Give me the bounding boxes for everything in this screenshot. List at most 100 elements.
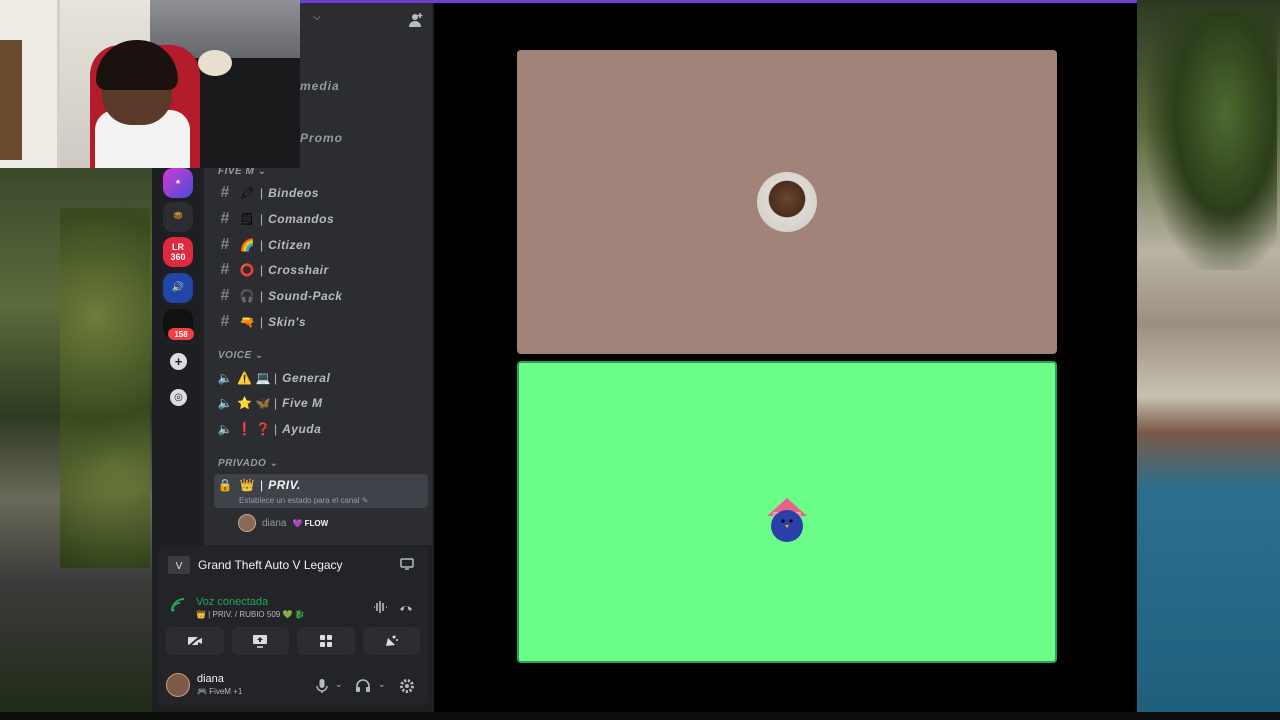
channel-emoji: ⭐ 🦋 (237, 396, 271, 410)
channel-comandos[interactable]: # 🗒 | Comandos (214, 207, 428, 231)
participant-tag: 💜 FLOW (292, 518, 329, 528)
channel-promo[interactable]: Promo (300, 131, 343, 145)
category-voice[interactable]: VOICE ⌄ (218, 350, 264, 361)
channel-media[interactable]: media (300, 79, 340, 93)
notification-badge: 158 (168, 328, 194, 340)
channel-separator: | (260, 478, 264, 492)
voice-channel-general[interactable]: 🔈 ⚠️ 💻 | General (214, 366, 428, 390)
channel-emoji: 🌈 (239, 238, 255, 252)
guild-icon-lr360[interactable]: LR 360 (163, 237, 193, 267)
avatar (757, 172, 817, 232)
voice-toolbar (166, 627, 420, 655)
invite-people-icon[interactable] (408, 12, 424, 28)
activity-bar: V Grand Theft Auto V Legacy (158, 545, 428, 585)
channel-emoji: ⭕ (239, 263, 255, 277)
channel-name: PRIV. (268, 478, 301, 492)
channel-emoji: 🗒 (239, 212, 255, 226)
activities-button[interactable] (297, 627, 355, 655)
avatar[interactable] (166, 673, 190, 697)
channel-name: Sound-Pack (268, 289, 343, 303)
game-background-left (0, 168, 152, 720)
channel-separator: | (260, 315, 264, 329)
webcam-overlay (0, 0, 300, 168)
channel-emoji: ⚠️ 💻 (237, 371, 271, 385)
activities-icon (319, 635, 332, 647)
hash-icon: # (220, 313, 230, 330)
gta-logo-icon: V (168, 556, 190, 574)
category-privado[interactable]: PRIVADO ⌄ (218, 458, 279, 469)
plush-toy (198, 50, 232, 76)
channel-name: Five M (282, 396, 323, 410)
voice-participant[interactable]: diana 💜 FLOW (238, 514, 328, 532)
set-channel-status[interactable]: Establece un estado para el canal ✎ (239, 496, 368, 505)
channel-name: Bindeos (268, 186, 319, 200)
camera-off-button[interactable] (166, 627, 224, 655)
channel-name: Ayuda (282, 422, 322, 436)
user-panel: diana 🎮 FiveM +1 ⌄ ⌄ (158, 665, 428, 707)
speaker-icon: 🔈 (217, 396, 233, 410)
screen-share-icon (253, 635, 268, 648)
shelf (0, 40, 22, 160)
share-screen-button[interactable] (231, 627, 289, 655)
voice-status-panel: Voz conectada 👑 | PRIV. / RUBIO 509 💚 🐉 (158, 585, 428, 665)
explore-icon[interactable]: ◎ (170, 389, 187, 406)
channel-separator: | (260, 289, 264, 303)
channel-name: General (282, 371, 331, 385)
channel-separator: | (260, 212, 264, 226)
game-name: Grand Theft Auto V Legacy (198, 558, 343, 572)
channel-separator: | (260, 263, 264, 277)
chevron-down-icon[interactable]: ⌄ (378, 679, 386, 690)
channel-citizen[interactable]: # 🌈 | Citizen (214, 233, 428, 257)
headphones-icon[interactable] (355, 678, 371, 694)
user-activity: 🎮 FiveM +1 (197, 687, 243, 696)
foliage (60, 208, 150, 568)
svg-text:V: V (176, 561, 183, 572)
channel-skins[interactable]: # 🔫 | Skin's (214, 310, 428, 334)
taskbar-strip (0, 712, 1280, 720)
voice-channel-five-m[interactable]: 🔈 ⭐ 🦋 | Five M (214, 391, 428, 415)
soundboard-button[interactable] (362, 627, 420, 655)
chevron-down-icon[interactable]: ⌵ (313, 12, 321, 23)
channel-crosshair[interactable]: # ⭕ | Crosshair (214, 258, 428, 282)
guild-icon-1[interactable]: ★ (163, 168, 193, 198)
noise-suppression-icon[interactable] (372, 599, 388, 615)
hash-icon: # (220, 184, 230, 201)
channel-name: Crosshair (268, 263, 329, 277)
channel-sound-pack[interactable]: # 🎧 | Sound-Pack (214, 284, 428, 308)
disconnect-icon[interactable] (398, 599, 414, 615)
channel-separator: | (274, 396, 278, 410)
channel-separator: | (260, 186, 264, 200)
username[interactable]: diana (197, 673, 224, 685)
stream-game-icon[interactable] (400, 557, 414, 571)
voice-channel-ayuda[interactable]: 🔈 ❗ ❓ | Ayuda (214, 417, 428, 441)
soundboard-icon (386, 635, 399, 646)
voice-channel-path[interactable]: 👑 | PRIV. / RUBIO 509 💚 🐉 (196, 610, 305, 619)
channel-bindeos[interactable]: # 🖍 | Bindeos (214, 181, 428, 205)
channel-separator: | (260, 238, 264, 252)
participant-name: diana (262, 517, 287, 529)
palm-tree (1147, 10, 1277, 270)
channel-emoji: ❗ ❓ (237, 422, 271, 436)
speaker-icon: 🔈 (217, 422, 233, 436)
channel-emoji: 🔫 (239, 315, 255, 329)
speaker-icon: 🔈 (217, 371, 233, 385)
signal-icon[interactable] (170, 597, 186, 613)
add-server-icon[interactable]: + (170, 353, 187, 370)
channel-emoji: 🎧 (239, 289, 255, 303)
guild-icon-2[interactable]: ⛃ (163, 202, 193, 232)
microphone-icon[interactable] (314, 678, 330, 694)
avatar (238, 514, 256, 532)
hash-icon: # (220, 210, 230, 227)
channel-name: Comandos (268, 212, 335, 226)
channel-name: Citizen (268, 238, 311, 252)
guild-icon-voice[interactable]: 🔊 (163, 273, 193, 303)
voice-connected-label[interactable]: Voz conectada (196, 596, 268, 608)
channel-name: Skin's (268, 315, 306, 329)
gear-icon[interactable] (399, 678, 415, 694)
hash-icon: # (220, 236, 230, 253)
avatar (759, 488, 815, 544)
chevron-down-icon[interactable]: ⌄ (335, 679, 343, 690)
lock-icon: 🔒 (217, 478, 233, 492)
hash-icon: # (220, 287, 230, 304)
hash-icon: # (220, 261, 230, 278)
